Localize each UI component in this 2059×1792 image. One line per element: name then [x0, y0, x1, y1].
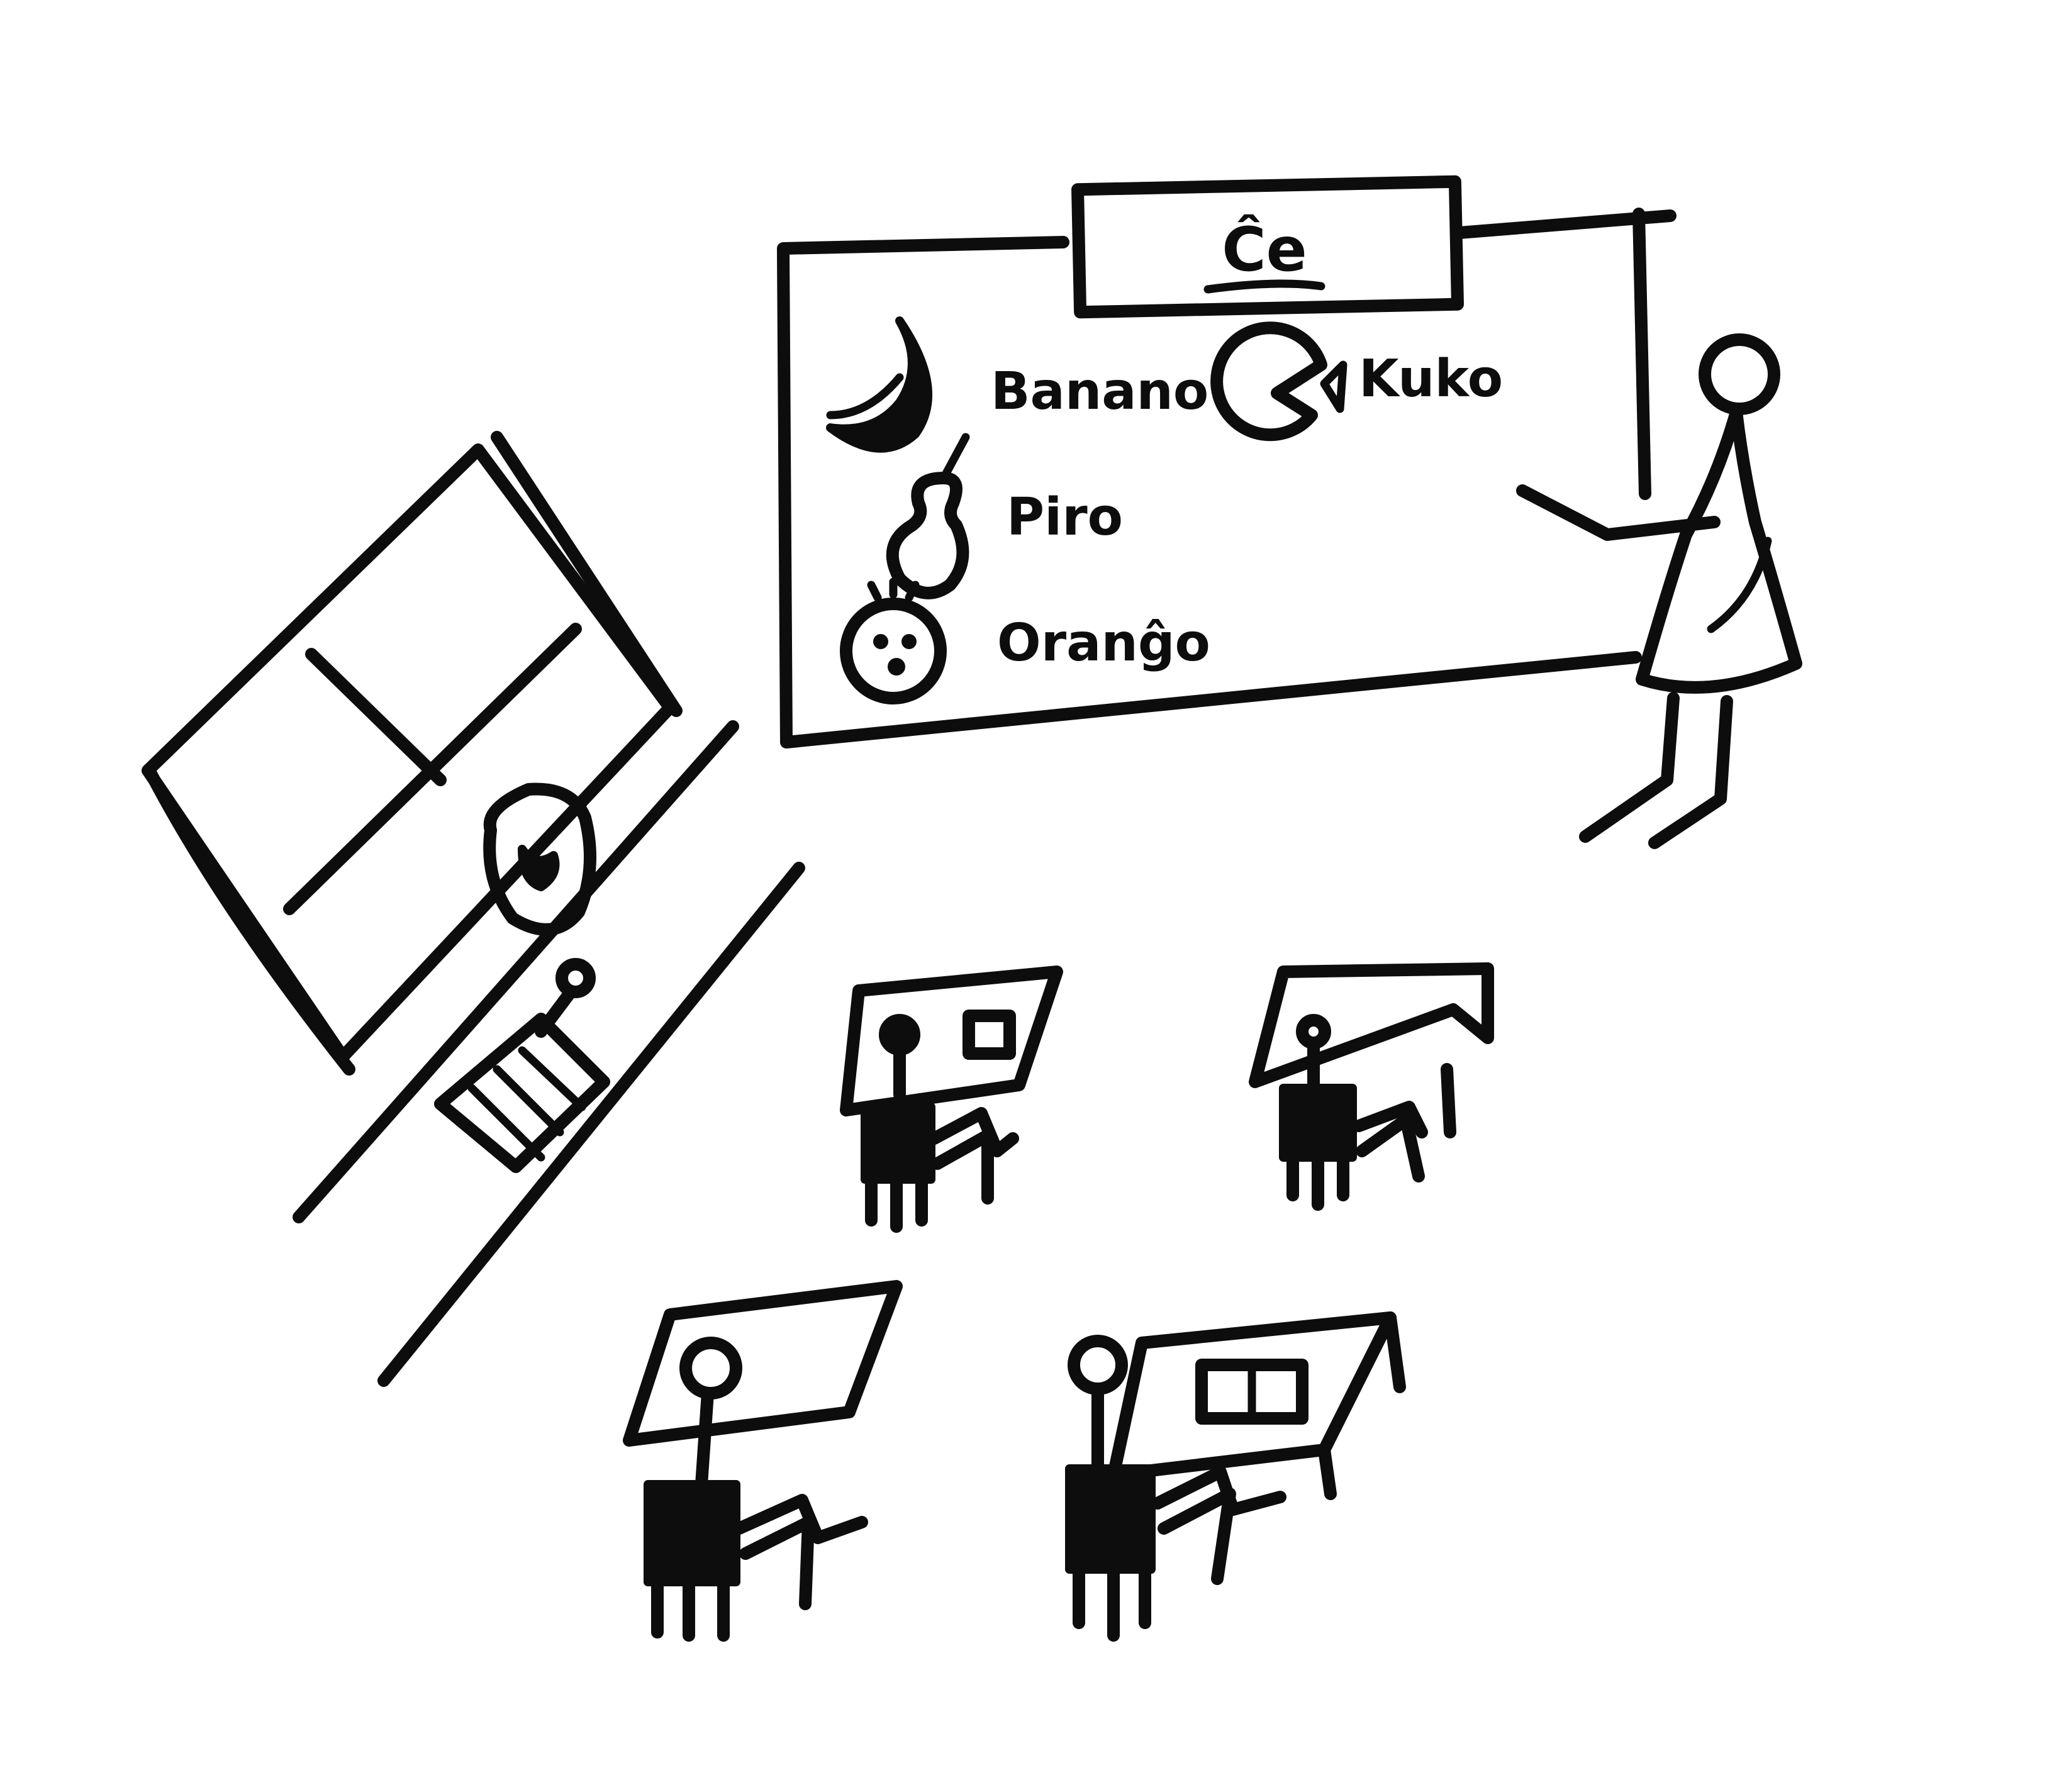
board-title: Ĉe [1222, 214, 1307, 285]
cake-slice-icon [1210, 321, 1348, 442]
student-desk-1 [840, 966, 1063, 1233]
person-at-window [483, 782, 596, 936]
book-icon [963, 1010, 1016, 1060]
banana-icon [826, 316, 932, 453]
classroom-sketch: Ĉe Banano Kuko Piro Oranĝo [142, 175, 1802, 1642]
pear-icon [886, 433, 970, 599]
blackboard: Ĉe Banano Kuko Piro Oranĝo [777, 175, 1677, 749]
student-desk-2 [1249, 962, 1494, 1211]
word-piro: Piro [1007, 487, 1123, 547]
word-kuko: Kuko [1359, 349, 1503, 409]
student-desk-4 [1065, 1311, 1406, 1642]
word-orango: Oranĝo [997, 613, 1210, 673]
word-banano: Banano [991, 362, 1208, 421]
student-desk-3 [623, 1280, 903, 1642]
teacher-figure [1516, 333, 1802, 849]
window [142, 431, 683, 1076]
